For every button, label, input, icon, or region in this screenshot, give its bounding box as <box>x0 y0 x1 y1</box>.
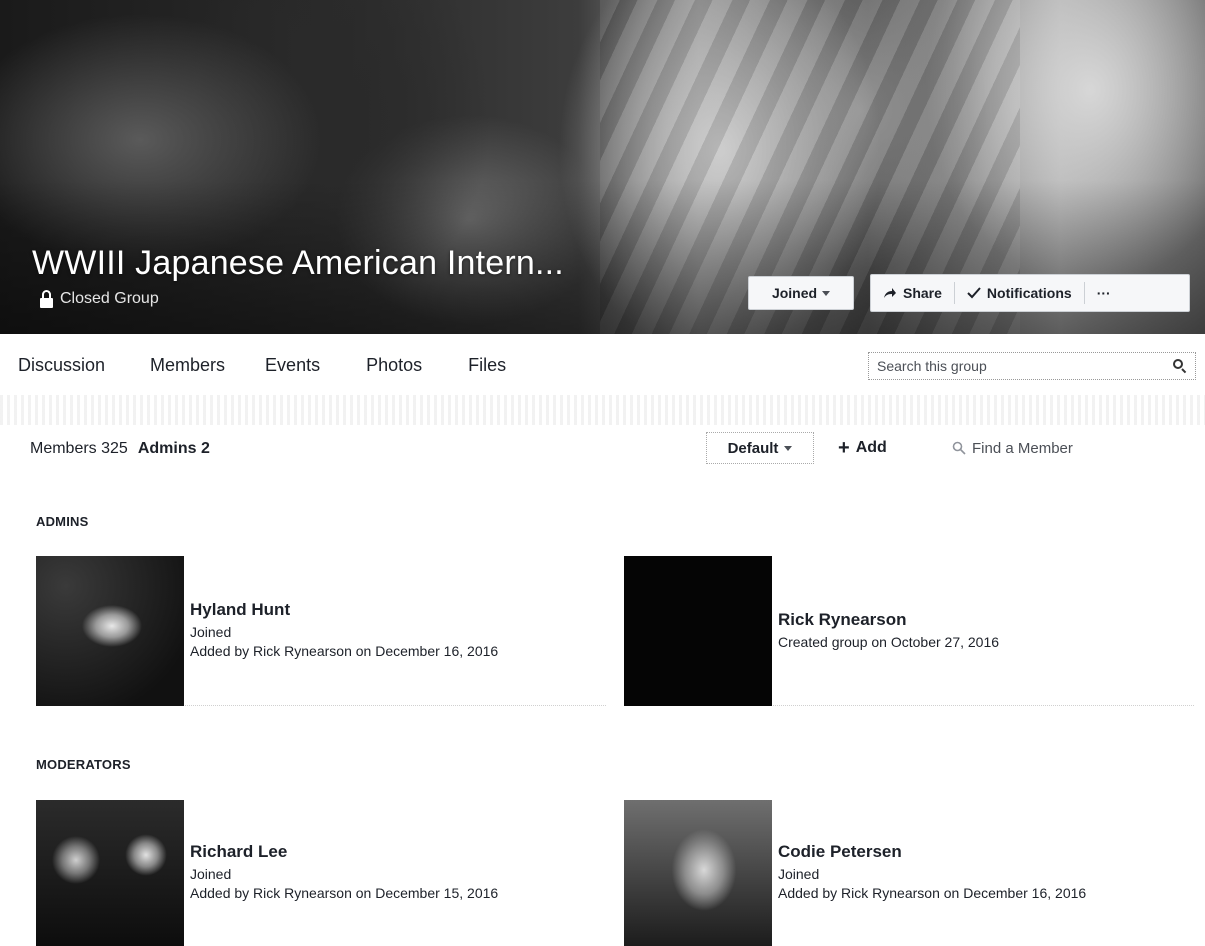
plus-icon: + <box>838 437 850 459</box>
lock-icon <box>40 290 54 308</box>
group-tabs: Discussion Members Events Photos Files <box>18 355 506 376</box>
member-card: Rick Rynearson Created group on October … <box>624 556 1194 706</box>
privacy-label: Closed Group <box>60 290 159 307</box>
caret-down-icon <box>784 445 793 451</box>
member-added-by: Added by Rick Rynearson on December 16, … <box>778 885 1087 901</box>
group-privacy: Closed Group <box>40 290 159 308</box>
group-search-input[interactable] <box>877 358 1173 374</box>
search-icon[interactable] <box>1173 359 1187 374</box>
member-added-by: Added by Rick Rynearson on December 16, … <box>190 643 499 659</box>
member-name[interactable]: Richard Lee <box>190 842 498 862</box>
members-count-tab[interactable]: Members 325 <box>30 440 128 458</box>
member-status: Joined <box>190 866 232 882</box>
avatar[interactable] <box>36 800 184 946</box>
more-options-label: ··· <box>1096 285 1111 301</box>
joined-label: Joined <box>771 285 818 301</box>
caret-down-icon <box>822 290 831 296</box>
member-status: Created group on October 27, 2016 <box>778 633 1000 650</box>
tab-members[interactable]: Members <box>150 355 225 376</box>
member-name[interactable]: Hyland Hunt <box>190 600 498 620</box>
notifications-label: Notifications <box>986 285 1072 301</box>
more-options-button[interactable]: ··· <box>1085 275 1123 311</box>
tab-photos[interactable]: Photos <box>366 355 422 376</box>
cover-action-group: Share Notifications ··· <box>870 274 1190 312</box>
tab-files[interactable]: Files <box>468 355 506 376</box>
member-added-by: Added by Rick Rynearson on December 15, … <box>190 885 499 901</box>
group-title[interactable]: WWIII Japanese American Intern... <box>32 244 564 283</box>
avatar[interactable] <box>624 556 772 706</box>
tab-discussion[interactable]: Discussion <box>18 355 105 376</box>
section-divider <box>0 395 1205 425</box>
sort-label: Default <box>727 439 779 457</box>
sort-dropdown[interactable]: Default <box>706 432 814 464</box>
notifications-button[interactable]: Notifications <box>955 275 1084 311</box>
share-button[interactable]: Share <box>871 275 954 311</box>
add-label: Add <box>855 439 887 456</box>
members-summary: Members 325 Admins 2 <box>30 440 210 458</box>
tab-events[interactable]: Events <box>265 355 320 376</box>
admins-count-tab[interactable]: Admins 2 <box>138 440 210 458</box>
member-name[interactable]: Rick Rynearson <box>778 610 999 630</box>
member-card: Codie Petersen Joined Added by Rick Ryne… <box>624 800 1194 946</box>
member-card: Hyland Hunt Joined Added by Rick Rynears… <box>36 556 606 706</box>
avatar[interactable] <box>36 556 184 706</box>
search-icon <box>952 441 966 455</box>
member-status: Joined <box>778 866 820 882</box>
member-status: Joined <box>190 624 232 640</box>
find-member-search[interactable]: Find a Member <box>952 432 1073 464</box>
share-label: Share <box>903 285 942 301</box>
find-member-label: Find a Member <box>972 439 1073 457</box>
group-search <box>868 352 1196 380</box>
member-card: Richard Lee Joined Added by Rick Rynears… <box>36 800 606 946</box>
admins-heading: ADMINS <box>36 514 89 529</box>
joined-button[interactable]: Joined <box>748 276 854 310</box>
add-member-button[interactable]: + Add <box>838 432 887 464</box>
checkmark-icon <box>967 287 981 299</box>
moderators-heading: MODERATORS <box>36 757 131 772</box>
avatar[interactable] <box>624 800 772 946</box>
share-arrow-icon <box>884 288 896 298</box>
member-name[interactable]: Codie Petersen <box>778 842 1086 862</box>
